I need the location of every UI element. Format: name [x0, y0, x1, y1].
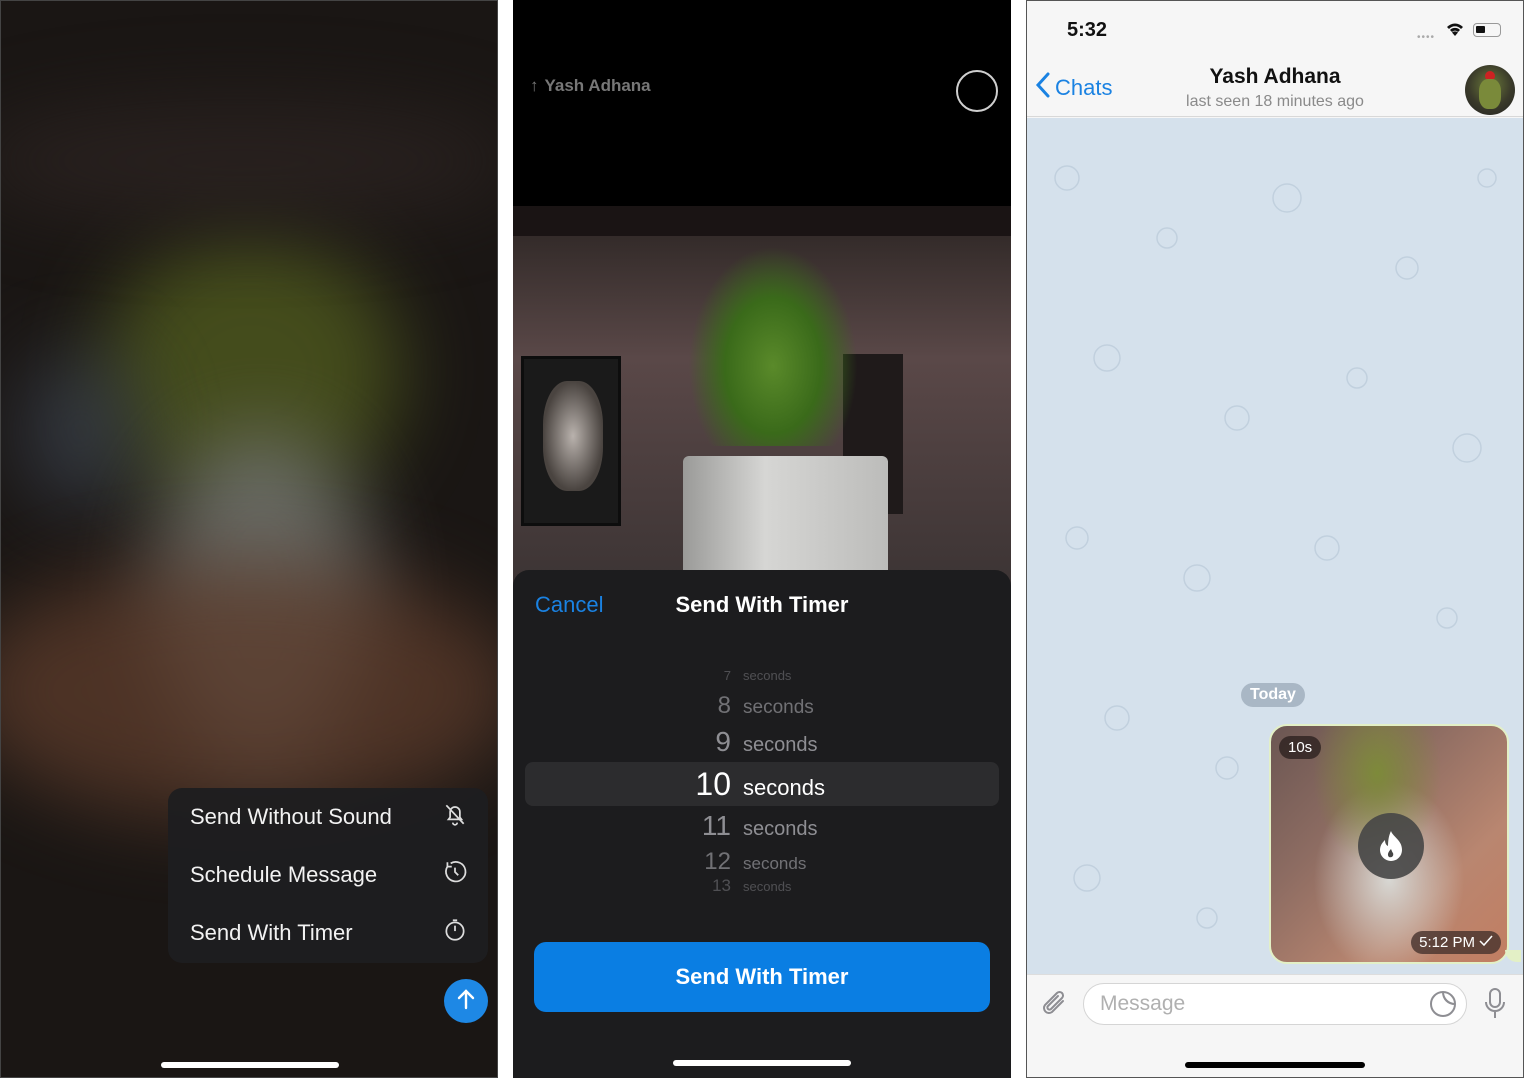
seconds-picker[interactable]: 7 seconds 8 seconds 9 seconds 10 seconds 11 s…	[525, 650, 999, 900]
send-with-timer-button[interactable]: Send With Timer	[534, 942, 990, 1012]
timer-sheet: Cancel Send With Timer 7 seconds 8 seconds…	[513, 570, 1011, 1078]
picker-row[interactable]: 11 seconds	[525, 810, 999, 842]
message-input[interactable]	[1083, 983, 1467, 1025]
message-input-bar	[1027, 974, 1523, 1077]
wifi-icon	[1445, 21, 1465, 42]
picker-row[interactable]: 9 seconds	[525, 726, 999, 758]
self-destruct-photo-message[interactable]: 10s 5:12 PM	[1269, 724, 1509, 964]
picker-row[interactable]: 7 seconds	[525, 668, 999, 683]
recipient-name: Yash Adhana	[544, 76, 651, 95]
panel-timer-sheet: ↑ Yash Adhana Cancel Send With Timer 7 se…	[513, 0, 1011, 1078]
menu-item-send-without-sound[interactable]: Send Without Sound	[168, 788, 488, 846]
status-time: 5:32	[1067, 19, 1108, 41]
sticker-icon[interactable]	[1427, 989, 1459, 1019]
menu-item-label: Send With Timer	[190, 920, 353, 945]
photo-preview	[513, 206, 1011, 586]
menu-item-schedule-message[interactable]: Schedule Message	[168, 846, 488, 904]
panel-chat: 5:32 •••• Chats Yash Adhana last seen 18…	[1026, 0, 1524, 1078]
stopwatch-icon	[442, 917, 468, 949]
arrow-up-icon	[455, 987, 477, 1016]
send-button[interactable]	[444, 979, 488, 1023]
menu-item-send-with-timer[interactable]: Send With Timer	[168, 904, 488, 962]
panel-send-options: Send Without Sound Schedule Message Send…	[0, 0, 498, 1078]
select-circle[interactable]	[956, 70, 998, 112]
timer-badge: 10s	[1279, 736, 1322, 759]
home-indicator[interactable]	[1185, 1062, 1365, 1068]
bell-slash-icon	[442, 801, 468, 833]
avatar[interactable]	[1465, 65, 1515, 115]
date-separator: Today	[1241, 683, 1305, 707]
microphone-icon[interactable]	[1479, 985, 1511, 1023]
menu-item-label: Send Without Sound	[190, 804, 392, 829]
clock-arrow-icon	[442, 859, 468, 891]
picker-row[interactable]: 12 seconds	[525, 848, 999, 876]
recipient-label: ↑ Yash Adhana	[530, 76, 651, 96]
battery-icon	[1473, 23, 1501, 37]
last-seen-status: last seen 18 minutes ago	[1186, 93, 1364, 110]
media-header: ↑ Yash Adhana	[513, 0, 1011, 206]
status-bar: 5:32 ••••	[1027, 1, 1523, 57]
menu-item-label: Schedule Message	[190, 862, 378, 887]
paperclip-icon[interactable]	[1039, 987, 1071, 1021]
home-indicator[interactable]	[161, 1062, 339, 1068]
chat-title[interactable]: Yash Adhana	[1027, 65, 1523, 89]
send-options-menu: Send Without Sound Schedule Message Send…	[168, 788, 488, 963]
message-time: 5:12 PM	[1411, 931, 1501, 954]
picker-row-selected[interactable]: 10 seconds	[525, 766, 999, 803]
picker-row[interactable]: 8 seconds	[525, 692, 999, 720]
signal-dots-icon: ••••	[1417, 32, 1436, 43]
home-indicator[interactable]	[673, 1060, 851, 1066]
sheet-title: Send With Timer	[675, 592, 849, 617]
checkmark-icon	[1479, 934, 1493, 951]
picker-row[interactable]: 13 seconds	[525, 876, 999, 896]
chat-background: Today 10s 5:12 PM	[1027, 118, 1523, 974]
arrow-up-icon: ↑	[530, 76, 539, 95]
flame-icon[interactable]	[1358, 813, 1424, 879]
chat-navbar: Chats Yash Adhana last seen 18 minutes a…	[1027, 57, 1523, 117]
